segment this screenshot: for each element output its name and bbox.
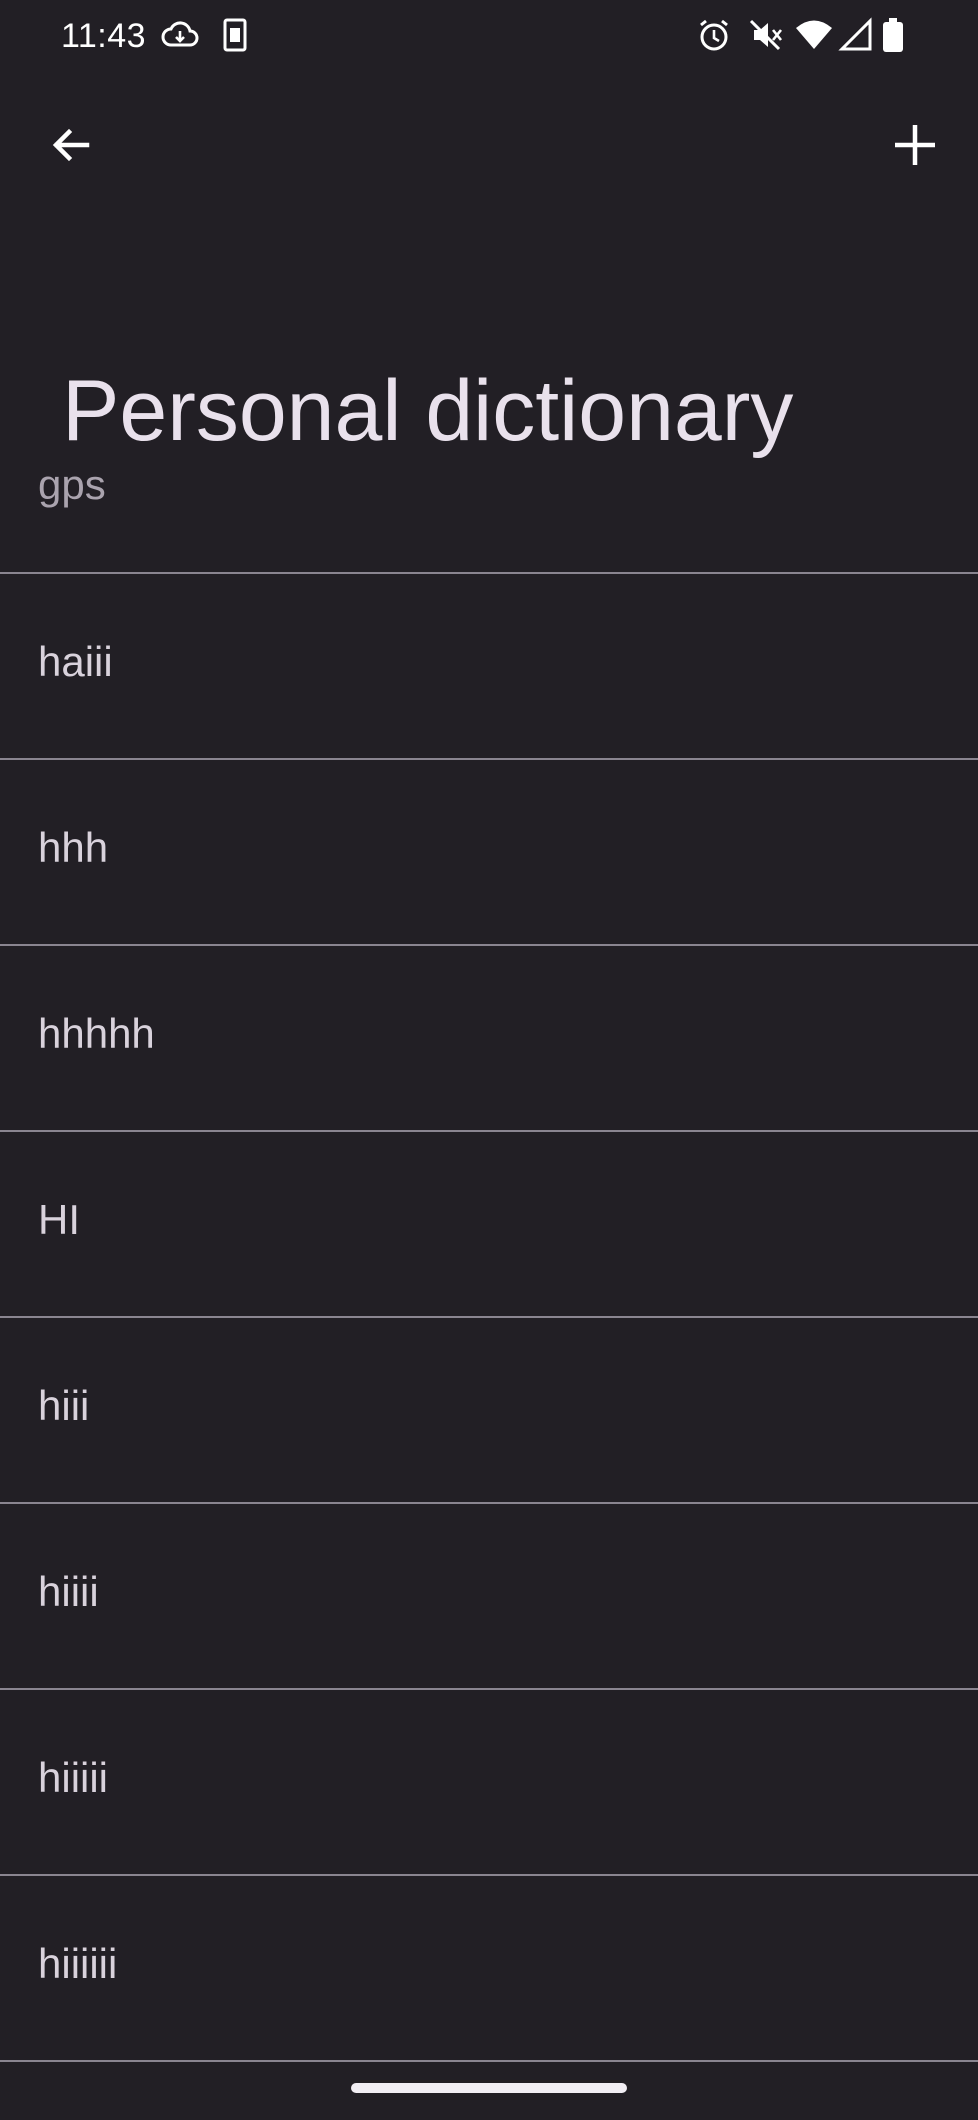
word-label: hhh	[38, 824, 109, 871]
plus-icon	[891, 121, 939, 169]
wifi-icon	[794, 17, 834, 53]
back-button[interactable]	[38, 112, 104, 178]
word-list: gps haiii hhh hhhhh HI hiii hiiii hiiiii…	[0, 437, 978, 2062]
status-bar: 11:43	[0, 0, 978, 72]
signal-icon	[836, 17, 876, 53]
list-item[interactable]: haiii	[0, 574, 978, 760]
list-item[interactable]: hhh	[0, 760, 978, 946]
word-label: hiiiii	[38, 1754, 109, 1801]
mute-icon	[746, 17, 786, 53]
word-label: HI	[38, 1196, 80, 1243]
add-word-button[interactable]	[882, 112, 948, 178]
home-indicator[interactable]	[351, 2083, 627, 2093]
battery-icon	[878, 17, 908, 53]
list-item[interactable]: hhhhh	[0, 946, 978, 1132]
list-item[interactable]: hiiiii	[0, 1690, 978, 1876]
word-label: haiii	[38, 638, 113, 685]
word-label: hiiii	[38, 1568, 99, 1615]
app-bar	[0, 100, 978, 190]
status-time: 11:43	[61, 17, 147, 55]
arrow-left-icon	[47, 121, 95, 169]
page-title: Personal dictionary	[62, 363, 794, 459]
word-label: hiiiiii	[38, 1940, 118, 1987]
list-item[interactable]: HI	[0, 1132, 978, 1318]
word-label: hhhhh	[38, 1010, 155, 1057]
sim-card-icon	[220, 17, 250, 53]
list-item[interactable]: hiiii	[0, 1504, 978, 1690]
word-label: hiii	[38, 1382, 90, 1429]
list-item[interactable]: hiii	[0, 1318, 978, 1504]
cloud-download-icon	[160, 17, 200, 53]
alarm-icon	[694, 17, 734, 53]
list-item[interactable]: hiiiiii	[0, 1876, 978, 2062]
word-label: gps	[38, 461, 106, 508]
